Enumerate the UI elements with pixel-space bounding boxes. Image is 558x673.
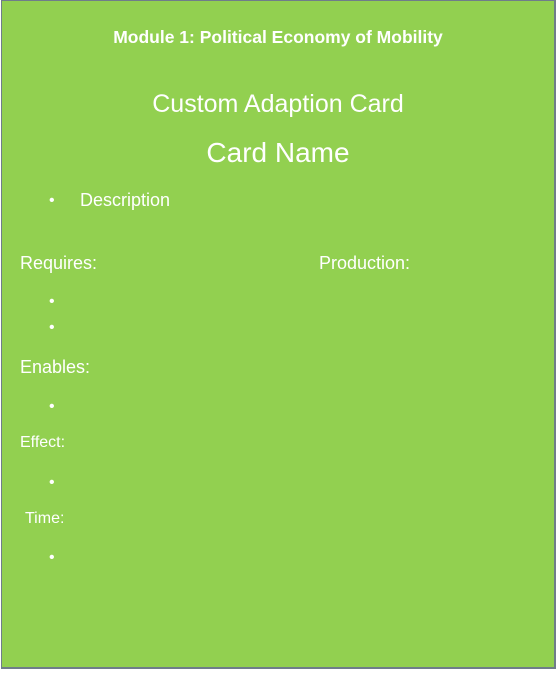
description-bullet: • [49,192,55,209]
time-bullet: • [49,549,55,566]
module-title: Module 1: Political Economy of Mobility [113,27,443,47]
time-label: Time: [25,510,65,527]
effect-bullet: • [49,474,55,491]
requires-label: Requires: [20,253,98,273]
production-label: Production: [319,253,411,273]
enables-bullet: • [49,398,55,415]
adaption-card: Module 1: Political Economy of Mobility … [1,0,556,669]
card-name: Card Name [206,137,350,168]
card-type-heading: Custom Adaption Card [152,90,404,118]
requires-bullet-2: • [49,319,55,336]
requires-bullet-1: • [49,293,55,310]
description-text: Description [80,190,171,210]
enables-label: Enables: [20,357,91,377]
effect-label: Effect: [20,434,66,451]
